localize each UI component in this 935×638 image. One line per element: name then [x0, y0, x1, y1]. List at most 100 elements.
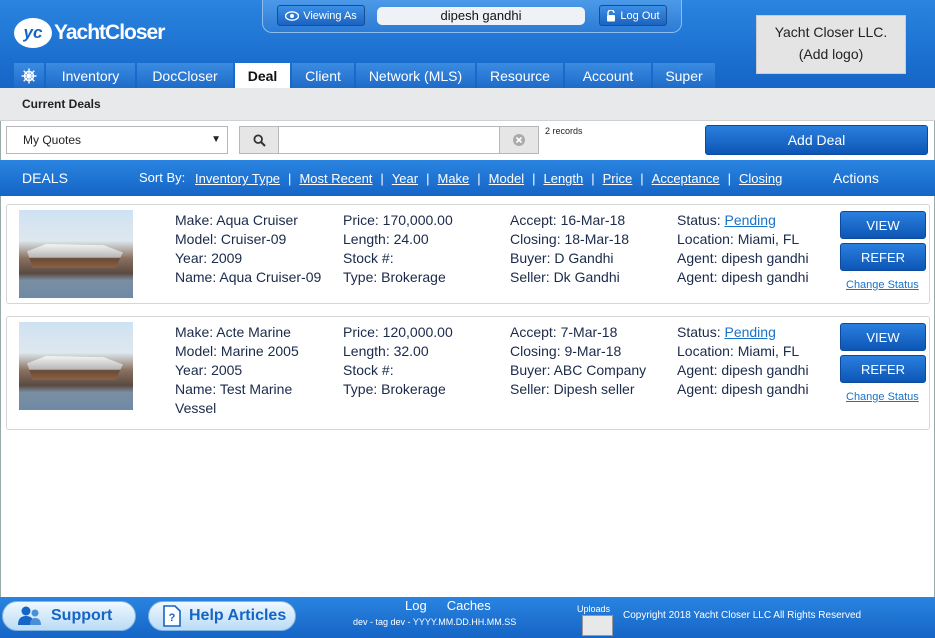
deal-price: Price: 170,000.00 — [343, 212, 453, 228]
status-label: Status: — [677, 324, 721, 340]
deal-card: Make: Aqua Cruiser Model: Cruiser-09 Yea… — [6, 204, 930, 304]
quote-filter-value: My Quotes — [23, 133, 82, 147]
deal-make: Make: Acte Marine — [175, 324, 291, 340]
help-articles-label: Help Articles — [189, 607, 287, 624]
yacht-hull — [27, 356, 123, 380]
caches-link[interactable]: Caches — [447, 598, 491, 613]
view-button[interactable]: VIEW — [840, 323, 926, 351]
separator: | — [426, 171, 430, 186]
help-document-icon: ? — [163, 605, 181, 627]
view-button[interactable]: VIEW — [840, 211, 926, 239]
deal-dates-info: Accept: 7-Mar-18 Closing: 9-Mar-18 Buyer… — [510, 323, 646, 399]
tab-network-mls[interactable]: Network (MLS) — [356, 63, 475, 88]
deal-type: Type: Brokerage — [343, 269, 446, 285]
separator: | — [640, 171, 644, 186]
change-status-link[interactable]: Change Status — [846, 391, 919, 403]
deals-heading: DEALS — [22, 170, 68, 186]
logo-mark: yc — [14, 18, 52, 48]
sort-by-label: Sort By: — [139, 170, 186, 185]
tab-super[interactable]: Super — [653, 63, 715, 88]
sort-closing[interactable]: Closing — [739, 171, 782, 186]
viewing-user-field[interactable]: dipesh gandhi — [377, 7, 585, 25]
tab-inventory[interactable]: Inventory — [46, 63, 135, 88]
actions-heading: Actions — [833, 170, 879, 186]
yacht-hull — [27, 244, 123, 268]
deal-buyer: Buyer: ABC Company — [510, 362, 647, 378]
log-out-button[interactable]: Log Out — [599, 5, 667, 26]
deal-agent: Agent: dipesh gandhi — [677, 362, 809, 378]
eye-icon — [285, 10, 300, 21]
deal-search — [239, 126, 539, 154]
deal-price-info: Price: 170,000.00 Length: 24.00 Stock #:… — [343, 211, 453, 287]
tab-helm[interactable] — [14, 63, 44, 88]
deal-name-continued: Vessel — [175, 400, 217, 416]
logo-text: YachtCloser — [54, 21, 165, 44]
help-articles-button[interactable]: ? Help Articles — [148, 601, 296, 631]
deal-model: Model: Marine 2005 — [175, 343, 299, 359]
caret-down-icon: ▼ — [211, 134, 221, 145]
separator: | — [477, 171, 481, 186]
deal-accept: Accept: 7-Mar-18 — [510, 324, 618, 340]
search-input[interactable] — [279, 127, 499, 153]
sort-length[interactable]: Length — [543, 171, 583, 186]
support-label: Support — [51, 607, 113, 624]
refer-button[interactable]: REFER — [840, 243, 926, 271]
deal-model: Model: Cruiser-09 — [175, 231, 287, 247]
yachtcloser-logo[interactable]: yc YachtCloser — [14, 18, 165, 48]
deal-agent: Agent: dipesh gandhi — [677, 381, 809, 397]
search-button[interactable] — [240, 127, 279, 153]
quote-filter-select[interactable]: My Quotes ▼ — [6, 126, 228, 154]
deal-stock: Stock #: — [343, 250, 394, 266]
deal-buyer: Buyer: D Gandhi — [510, 250, 614, 266]
viewing-as-label: Viewing As — [303, 9, 357, 22]
company-name: Yacht Closer LLC. — [774, 24, 888, 40]
tab-doccloser[interactable]: DocCloser — [137, 63, 233, 88]
company-logo-box[interactable]: Yacht Closer LLC. (Add logo) — [756, 15, 906, 74]
deal-status-info: Status: Pending Location: Miami, FL Agen… — [677, 323, 809, 399]
separator: | — [727, 171, 731, 186]
sort-bar: DEALS Sort By: Inventory Type | Most Rece… — [0, 160, 935, 196]
app-header: yc YachtCloser Viewing As dipesh gandhi … — [0, 0, 935, 88]
add-logo-hint: (Add logo) — [798, 46, 864, 62]
refer-button[interactable]: REFER — [840, 355, 926, 383]
clear-search-button[interactable] — [499, 127, 538, 153]
sort-price[interactable]: Price — [603, 171, 633, 186]
uploads-dropzone[interactable] — [582, 615, 613, 636]
deal-make: Make: Aqua Cruiser — [175, 212, 298, 228]
sort-inventory-type[interactable]: Inventory Type — [195, 171, 280, 186]
sort-make[interactable]: Make — [437, 171, 469, 186]
deal-closing: Closing: 9-Mar-18 — [510, 343, 622, 359]
separator: | — [591, 171, 595, 186]
tab-client[interactable]: Client — [292, 63, 354, 88]
uploads-label: Uploads — [577, 604, 611, 614]
deal-location: Location: Miami, FL — [677, 343, 800, 359]
separator: | — [288, 171, 292, 186]
sort-year[interactable]: Year — [392, 171, 418, 186]
status-link[interactable]: Pending — [724, 212, 775, 228]
sort-model[interactable]: Model — [489, 171, 524, 186]
log-link[interactable]: Log — [405, 598, 427, 613]
sort-acceptance[interactable]: Acceptance — [652, 171, 720, 186]
deal-seller: Seller: Dk Gandhi — [510, 269, 620, 285]
support-button[interactable]: Support — [2, 601, 136, 631]
sort-most-recent[interactable]: Most Recent — [299, 171, 372, 186]
footer-links: Log Caches — [405, 598, 491, 613]
status-link[interactable]: Pending — [724, 324, 775, 340]
yacht-photo[interactable] — [19, 210, 133, 298]
yacht-photo[interactable] — [19, 322, 133, 410]
main-tabs: Inventory DocCloser Deal Client Network … — [14, 63, 715, 88]
deal-type: Type: Brokerage — [343, 381, 446, 397]
deal-closing: Closing: 18-Mar-18 — [510, 231, 630, 247]
add-deal-button[interactable]: Add Deal — [705, 125, 928, 155]
viewing-as-button[interactable]: Viewing As — [277, 5, 365, 26]
sort-links: Inventory Type | Most Recent | Year | Make |… — [195, 171, 782, 186]
ship-wheel-icon — [21, 68, 37, 83]
tab-account[interactable]: Account — [565, 63, 651, 88]
change-status-link[interactable]: Change Status — [846, 279, 919, 291]
subnav-current-deals[interactable]: Current Deals — [22, 97, 101, 111]
deal-card: Make: Acte Marine Model: Marine 2005 Yea… — [6, 316, 930, 430]
tab-deal[interactable]: Deal — [235, 63, 290, 88]
deal-seller: Seller: Dipesh seller — [510, 381, 635, 397]
tab-resource[interactable]: Resource — [477, 63, 563, 88]
deal-status-info: Status: Pending Location: Miami, FL Agen… — [677, 211, 809, 287]
